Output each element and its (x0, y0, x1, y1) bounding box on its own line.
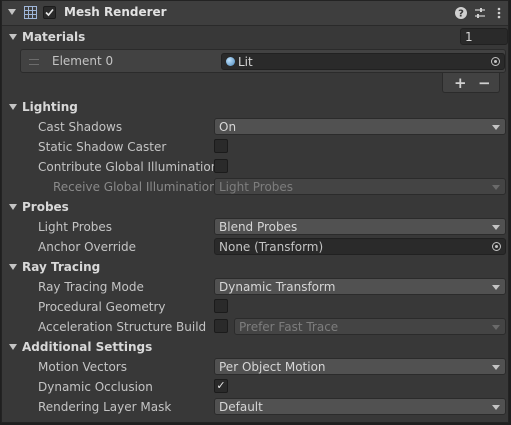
foldout-arrow-icon[interactable] (9, 264, 17, 270)
dropdown-value: On (219, 120, 237, 134)
materials-foldout[interactable]: Materials (2, 27, 508, 47)
component-title: Mesh Renderer (64, 5, 167, 19)
light-probes-row: Light Probes Blend Probes (2, 217, 508, 237)
additional-settings-foldout[interactable]: Additional Settings (2, 337, 508, 357)
field-label: Ray Tracing Mode (38, 280, 144, 294)
motion-vectors-row: Motion Vectors Per Object Motion (2, 357, 508, 377)
field-label: Rendering Layer Mask (38, 400, 172, 414)
accel-build-flags-override-checkbox[interactable] (214, 319, 228, 333)
ray-tracing-mode-dropdown[interactable]: Dynamic Transform (214, 278, 506, 295)
probes-foldout[interactable]: Probes (2, 197, 508, 217)
section-label: Additional Settings (22, 340, 153, 354)
object-picker-icon[interactable] (492, 242, 501, 251)
object-picker-icon[interactable] (491, 57, 500, 66)
static-shadow-caster-checkbox[interactable] (214, 139, 228, 153)
rendering-layer-mask-row: Rendering Layer Mask Default (2, 397, 508, 417)
foldout-arrow-icon[interactable] (9, 344, 17, 350)
materials-size-field[interactable]: 1 (460, 28, 508, 45)
static-shadow-caster-row: Static Shadow Caster (2, 137, 508, 157)
light-probes-dropdown[interactable]: Blend Probes (214, 218, 506, 235)
field-label: Light Probes (38, 220, 113, 234)
field-label: Motion Vectors (38, 360, 127, 374)
dropdown-value: Blend Probes (219, 220, 298, 234)
accel-build-flags-row: Acceleration Structure Build Fla Prefer … (2, 317, 508, 337)
rendering-layer-mask-dropdown[interactable]: Default (214, 398, 506, 415)
contribute-gi-row: Contribute Global Illumination (2, 157, 508, 177)
field-label: Acceleration Structure Build Fla (38, 320, 211, 334)
add-element-button[interactable]: + (454, 74, 467, 92)
field-label: Receive Global Illumination (53, 180, 217, 194)
chevron-down-icon (492, 405, 500, 410)
field-label: Dynamic Occlusion (38, 380, 153, 394)
field-label: Anchor Override (38, 240, 137, 254)
presets-icon[interactable] (473, 6, 487, 20)
field-label: Cast Shadows (38, 120, 123, 134)
section-label: Materials (22, 30, 86, 44)
chevron-down-icon (492, 365, 500, 370)
checkmark-icon (45, 8, 54, 17)
anchor-override-row: Anchor Override None (Transform) (2, 237, 508, 257)
material-sphere-icon (226, 57, 235, 66)
mesh-renderer-icon (24, 6, 37, 19)
receive-gi-row: Receive Global Illumination Light Probes (2, 177, 508, 197)
chevron-down-icon (492, 185, 500, 190)
dropdown-value: Per Object Motion (219, 360, 326, 374)
foldout-arrow-icon[interactable] (9, 34, 17, 40)
foldout-arrow-icon[interactable] (9, 104, 17, 110)
dropdown-value: Dynamic Transform (219, 280, 336, 294)
materials-list: Element 0 Lit (20, 49, 506, 73)
object-field-value: None (Transform) (219, 240, 324, 254)
section-label: Probes (22, 200, 69, 214)
more-options-icon[interactable] (492, 6, 506, 20)
dropdown-value: Prefer Fast Trace (239, 320, 339, 334)
inspector-panel: Mesh Renderer ? Materials 1 Element 0 Li… (1, 0, 509, 423)
foldout-arrow-icon[interactable] (8, 9, 16, 15)
procedural-geometry-row: Procedural Geometry (2, 297, 508, 317)
material-value: Lit (238, 55, 253, 69)
drag-handle-icon[interactable] (29, 59, 39, 65)
section-label: Lighting (22, 100, 78, 114)
help-icon[interactable]: ? (454, 6, 468, 20)
chevron-down-icon (492, 325, 500, 330)
field-label: Procedural Geometry (38, 300, 166, 314)
dropdown-value: Light Probes (219, 180, 294, 194)
dropdown-value: Default (219, 400, 263, 414)
chevron-down-icon (492, 125, 500, 130)
anchor-override-field[interactable]: None (Transform) (214, 238, 506, 255)
ray-tracing-foldout[interactable]: Ray Tracing (2, 257, 508, 277)
list-add-remove: + − (442, 73, 500, 93)
dynamic-occlusion-row: Dynamic Occlusion ✓ (2, 377, 508, 397)
material-object-field[interactable]: Lit (221, 53, 505, 70)
element-label: Element 0 (52, 54, 114, 68)
foldout-arrow-icon[interactable] (9, 204, 17, 210)
receive-gi-dropdown: Light Probes (214, 178, 506, 195)
motion-vectors-dropdown[interactable]: Per Object Motion (214, 358, 506, 375)
svg-text:?: ? (458, 9, 464, 20)
cast-shadows-row: Cast Shadows On (2, 117, 508, 137)
accel-build-flags-dropdown: Prefer Fast Trace (234, 318, 506, 335)
lighting-foldout[interactable]: Lighting (2, 97, 508, 117)
component-enabled-checkbox[interactable] (43, 6, 56, 19)
chevron-down-icon (492, 225, 500, 230)
remove-element-button[interactable]: − (478, 74, 491, 92)
cast-shadows-dropdown[interactable]: On (214, 118, 506, 135)
ray-tracing-mode-row: Ray Tracing Mode Dynamic Transform (2, 277, 508, 297)
component-header[interactable]: Mesh Renderer ? (2, 1, 508, 26)
materials-size-value: 1 (465, 30, 473, 44)
chevron-down-icon (492, 285, 500, 290)
field-label: Contribute Global Illumination (38, 160, 219, 174)
field-label: Static Shadow Caster (38, 140, 167, 154)
procedural-geometry-checkbox[interactable] (214, 299, 228, 313)
contribute-gi-checkbox[interactable] (214, 159, 228, 173)
section-label: Ray Tracing (22, 260, 101, 274)
dynamic-occlusion-checkbox[interactable]: ✓ (214, 379, 228, 393)
